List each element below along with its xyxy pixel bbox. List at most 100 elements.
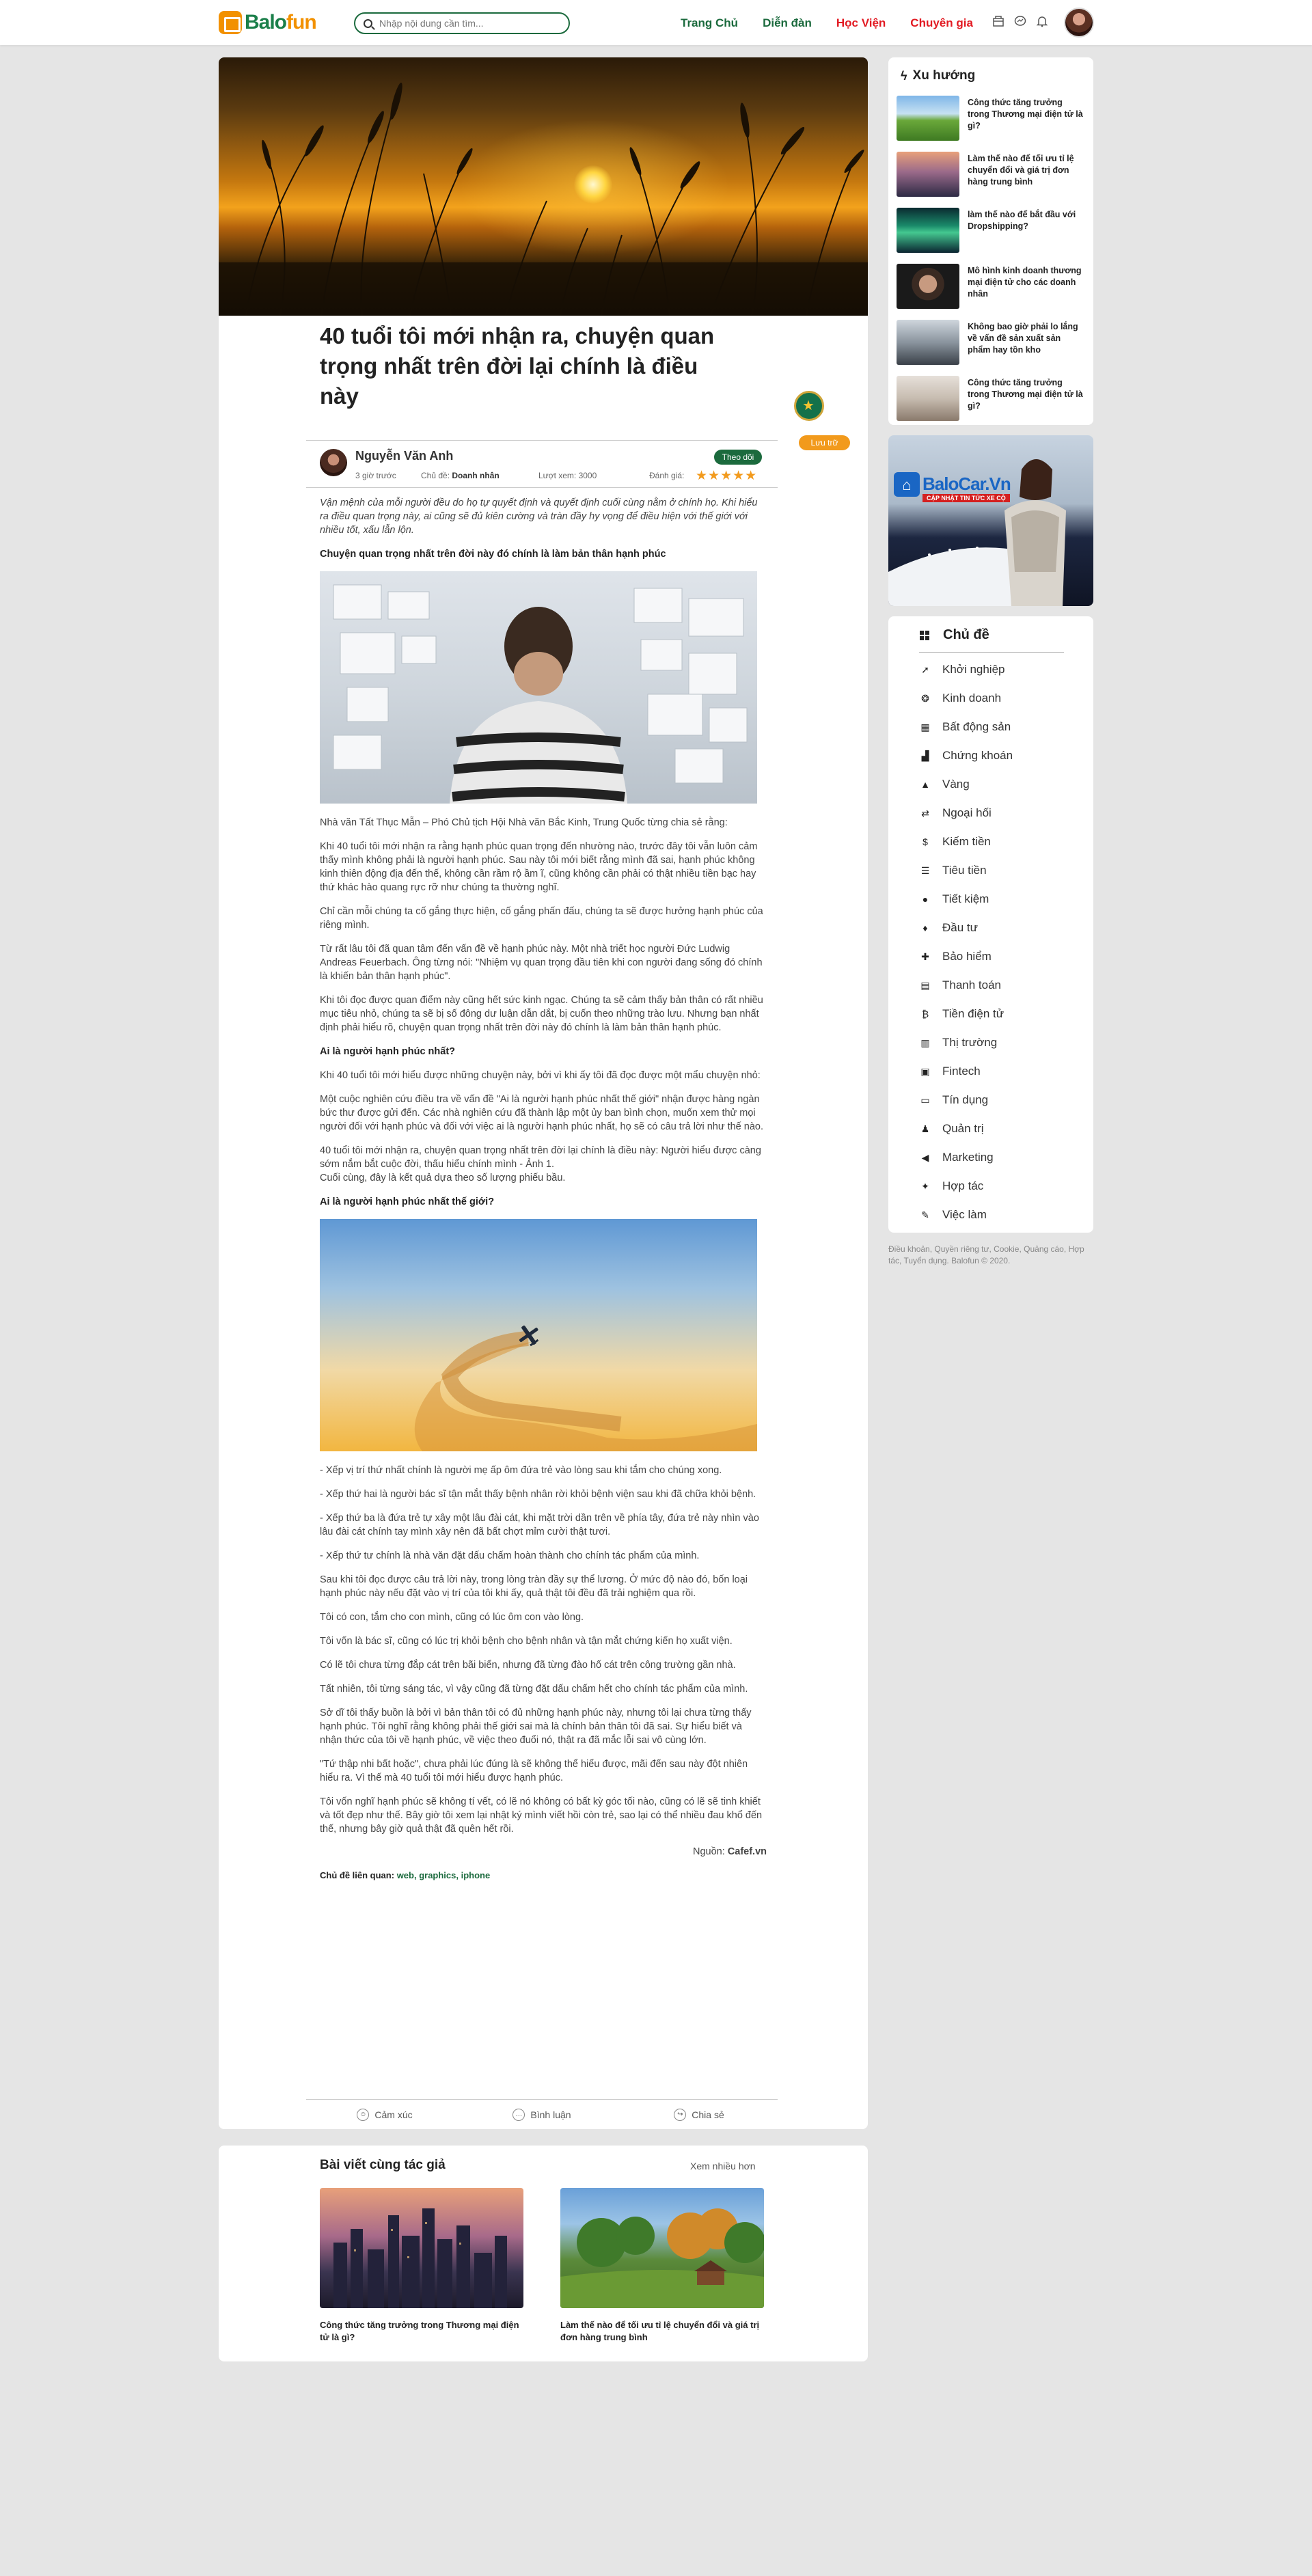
gold-icon: ▲ bbox=[920, 779, 930, 790]
nav-forum[interactable]: Diễn đàn bbox=[763, 16, 812, 30]
related-image[interactable] bbox=[320, 2188, 523, 2308]
ad-brand: BaloCar.Vn bbox=[922, 474, 1011, 494]
trending-thumb[interactable] bbox=[897, 376, 959, 421]
related-card[interactable]: Công thức tăng trưởng trong Thương mại đ… bbox=[320, 2188, 523, 2344]
section-heading: Chuyện quan trọng nhất trên đời này đó c… bbox=[320, 549, 666, 560]
bell-icon[interactable] bbox=[1035, 14, 1050, 29]
react-button[interactable]: ☺ Cảm xúc bbox=[306, 2100, 463, 2129]
topic-item[interactable]: ▤ Thanh toán bbox=[919, 977, 1001, 994]
topic-item[interactable]: ▭ Tín dụng bbox=[919, 1092, 988, 1108]
trending-item[interactable]: làm thế nào để bắt đầu với Dropshipping? bbox=[897, 208, 1088, 253]
paragraph: Chỉ cần mỗi chúng ta cố gắng thực hiện, … bbox=[320, 906, 763, 931]
follow-button[interactable]: Theo dõi bbox=[714, 450, 762, 465]
trending-item[interactable]: Không bao giờ phải lo lắng về vấn đề sản… bbox=[897, 320, 1088, 365]
ad-banner[interactable]: ⌂ BaloCar.Vn CẬP NHẬT TIN TỨC XE CỘ bbox=[888, 435, 1093, 606]
list-item: - Xếp thứ hai là người bác sĩ tận mắt th… bbox=[320, 1489, 756, 1500]
nav-academy[interactable]: Học Viện bbox=[836, 16, 886, 30]
trending-thumb[interactable] bbox=[897, 264, 959, 309]
divider bbox=[919, 652, 1064, 653]
tag-links[interactable]: web, graphics, iphone bbox=[397, 1870, 491, 1880]
see-more-link[interactable]: Xem nhiều hơn bbox=[690, 2161, 756, 2171]
article-header: 40 tuổi tôi mới nhận ra, chuyện quan trọ… bbox=[320, 316, 767, 411]
topic-item[interactable]: ⇄ Ngoại hối bbox=[919, 805, 992, 821]
logo-icon bbox=[219, 11, 242, 34]
footer-links[interactable]: Điều khoản, Quyền riêng tư, Cookie, Quản… bbox=[888, 1244, 1093, 1267]
rocket-icon: ➚ bbox=[921, 663, 929, 675]
nav-experts[interactable]: Chuyên gia bbox=[910, 16, 973, 30]
list-item: - Xếp thứ tư chính là nhà văn đặt dấu ch… bbox=[320, 1550, 700, 1561]
related-title: Bài viết cùng tác giả bbox=[320, 2158, 446, 2172]
topic-item[interactable]: $ Kiếm tiền bbox=[919, 834, 991, 850]
nav-home[interactable]: Trang Chủ bbox=[681, 16, 738, 30]
topic-item[interactable]: ▥ Thị trường bbox=[919, 1034, 997, 1051]
paragraph: Sau khi tôi đọc được câu trả lời này, tr… bbox=[320, 1574, 748, 1599]
trending-thumb[interactable] bbox=[897, 208, 959, 253]
hero-image bbox=[219, 57, 868, 316]
topic-item[interactable]: ♦ Đầu tư bbox=[919, 920, 978, 936]
user-avatar[interactable] bbox=[1064, 8, 1094, 38]
trending-thumb[interactable] bbox=[897, 320, 959, 365]
messenger-icon[interactable] bbox=[1013, 14, 1028, 29]
bookmark-icon[interactable] bbox=[991, 14, 1006, 29]
fintech-icon: ▣ bbox=[920, 1065, 930, 1077]
trending-title: Xu hướng bbox=[912, 68, 976, 83]
rating-stars[interactable]: ★★★★★ bbox=[696, 468, 757, 484]
handshake-icon: ❂ bbox=[921, 692, 929, 704]
trending-item[interactable]: Làm thế nào để tối ưu tỉ lệ chuyển đổi v… bbox=[897, 152, 1088, 197]
author-avatar[interactable] bbox=[320, 449, 347, 476]
grid-icon bbox=[920, 631, 929, 640]
topic-item[interactable]: ▣ Fintech bbox=[919, 1063, 980, 1080]
money-icon: $ bbox=[922, 836, 928, 847]
topic-item[interactable]: ✚ Bảo hiểm bbox=[919, 948, 992, 965]
top-header: Balofun Trang Chủ Diễn đàn Học Viện Chuy… bbox=[0, 0, 1312, 45]
share-button[interactable]: ↪ Chia sẻ bbox=[620, 2100, 778, 2129]
comment-icon: … bbox=[512, 2108, 525, 2121]
related-caption[interactable]: Làm thế nào để tối ưu tỉ lệ chuyển đổi v… bbox=[560, 2319, 764, 2344]
paragraph: Khi 40 tuổi tôi mới hiểu được những chuy… bbox=[320, 1070, 761, 1081]
logo[interactable]: Balofun bbox=[219, 10, 317, 36]
topic-item[interactable]: ❂ Kinh doanh bbox=[919, 690, 1001, 707]
post-topic-value[interactable]: Doanh nhân bbox=[452, 471, 499, 480]
topic-item[interactable]: ♟ Quản trị bbox=[919, 1121, 984, 1137]
comment-button[interactable]: … Bình luận bbox=[463, 2100, 620, 2129]
topic-item[interactable]: ▦ Bất động sản bbox=[919, 719, 1011, 735]
topic-item[interactable]: ● Tiết kiệm bbox=[919, 891, 989, 907]
topic-item[interactable]: ₿ Tiền điện tử bbox=[919, 1006, 1004, 1022]
post-time: 3 giờ trước bbox=[355, 471, 396, 480]
topic-item[interactable]: ✎ Việc làm bbox=[919, 1207, 987, 1223]
related-card[interactable]: Làm thế nào để tối ưu tỉ lệ chuyển đổi v… bbox=[560, 2188, 764, 2344]
article-body: Vận mệnh của mỗi người đều do họ tự quyế… bbox=[320, 496, 767, 1893]
paragraph: 40 tuổi tôi mới nhận ra, chuyện quan trọ… bbox=[320, 1145, 761, 1183]
trending-thumb[interactable] bbox=[897, 96, 959, 141]
topic-item[interactable]: ▟ Chứng khoán bbox=[919, 748, 1013, 764]
source-link[interactable]: Cafef.vn bbox=[728, 1846, 767, 1857]
save-button[interactable]: Lưu trữ bbox=[799, 435, 850, 450]
paragraph: Khi tôi đọc được quan điểm này cũng hết … bbox=[320, 995, 763, 1033]
author-name[interactable]: Nguyễn Văn Anh bbox=[355, 449, 453, 463]
article-actions: ☺ Cảm xúc … Bình luận ↪ Chia sẻ bbox=[306, 2099, 778, 2129]
trending-thumb[interactable] bbox=[897, 152, 959, 197]
trending-item[interactable]: Công thức tăng trưởng trong Thương mại đ… bbox=[897, 376, 1088, 421]
ad-tagline: CẬP NHẬT TIN TỨC XE CỘ bbox=[922, 494, 1010, 502]
topic-item[interactable]: ▲ Vàng bbox=[919, 776, 970, 793]
topic-item[interactable]: ➚ Khởi nghiệp bbox=[919, 661, 1004, 678]
main-nav: Trang Chủ Diễn đàn Học Viện Chuyên gia bbox=[681, 16, 998, 30]
topic-item[interactable]: ◀ Marketing bbox=[919, 1149, 994, 1166]
header-icons bbox=[991, 14, 1056, 29]
article-card: 40 tuổi tôi mới nhận ra, chuyện quan trọ… bbox=[219, 57, 868, 2129]
search-input[interactable] bbox=[379, 18, 557, 29]
rating-label: Đánh giá: bbox=[649, 471, 685, 480]
trending-item[interactable]: Công thức tăng trưởng trong Thương mại đ… bbox=[897, 96, 1088, 141]
smile-icon: ☺ bbox=[357, 2108, 370, 2121]
invest-icon: ♦ bbox=[922, 922, 928, 933]
card-icon: ▭ bbox=[920, 1094, 930, 1106]
section-heading: Ai là người hạnh phúc nhất? bbox=[320, 1046, 456, 1057]
topic-item[interactable]: ☰ Tiêu tiền bbox=[919, 862, 987, 879]
related-image[interactable] bbox=[560, 2188, 764, 2308]
trending-item[interactable]: Mô hình kinh doanh thương mại điện tử ch… bbox=[897, 264, 1088, 309]
topics-panel: Chủ đề ➚ Khởi nghiệp ❂ Kinh doanh ▦ Bất độn… bbox=[888, 616, 1093, 1233]
topic-item[interactable]: ✦ Hợp tác bbox=[919, 1178, 983, 1194]
related-caption[interactable]: Công thức tăng trưởng trong Thương mại đ… bbox=[320, 2319, 523, 2344]
search-box[interactable] bbox=[354, 12, 570, 34]
payment-icon: ▤ bbox=[920, 979, 930, 991]
